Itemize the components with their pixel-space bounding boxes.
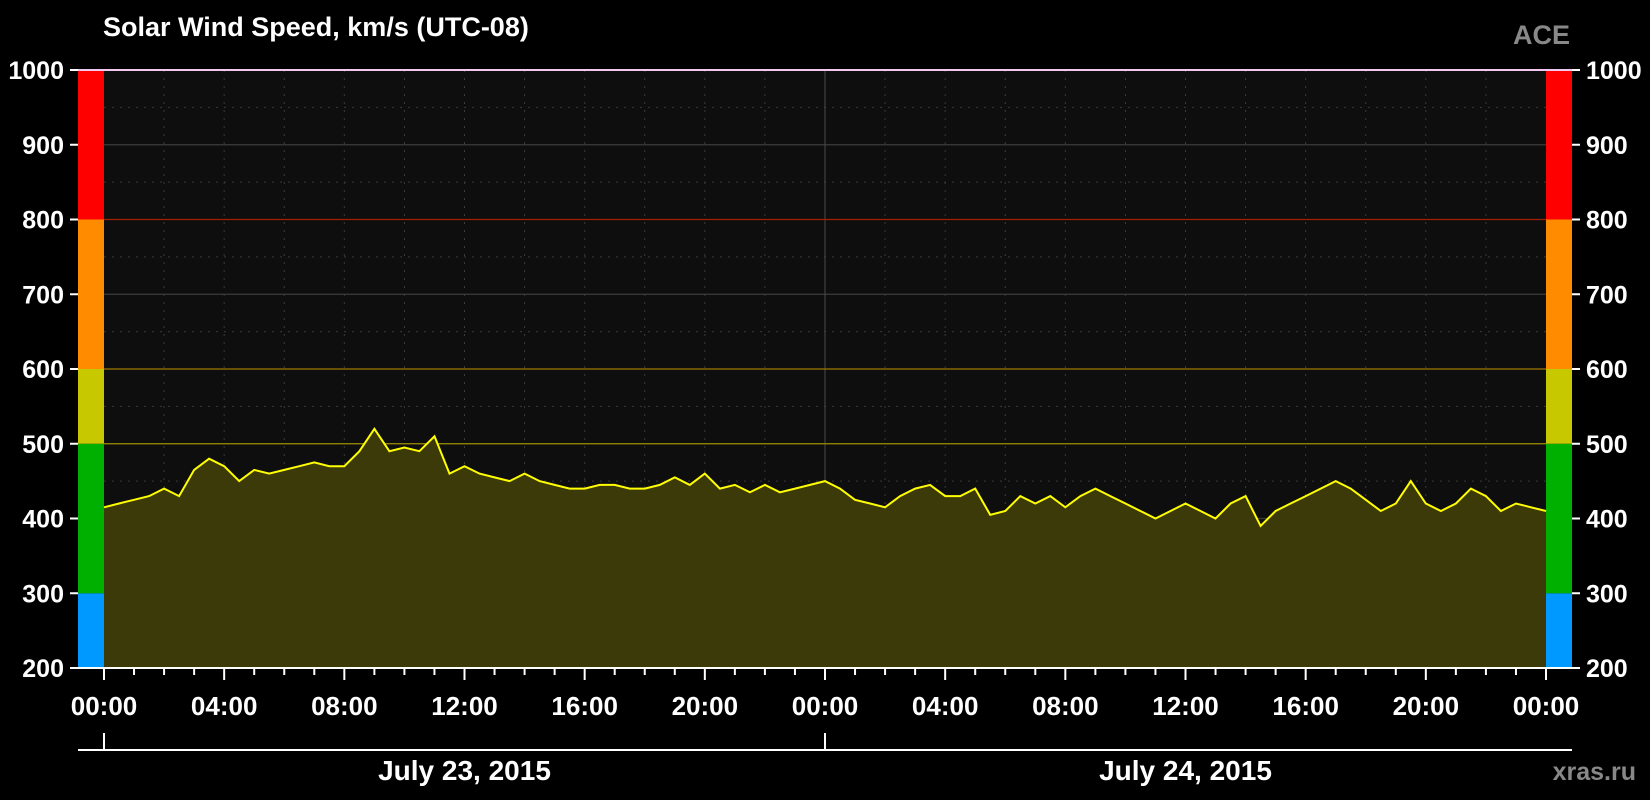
speed-band-right: [1546, 70, 1572, 668]
x-tick-label: 00:00: [71, 691, 138, 721]
chart-title: Solar Wind Speed, km/s (UTC-08): [103, 12, 529, 42]
y-tick-label-left: 1000: [8, 57, 64, 85]
speed-band-500-600: [78, 369, 104, 444]
speed-band-300-500: [78, 443, 104, 594]
speed-band-300-500: [1546, 443, 1572, 594]
y-tick-label-right: 400: [1586, 506, 1628, 534]
y-tick-label-left: 500: [22, 431, 64, 459]
x-tick-label: 04:00: [191, 691, 258, 721]
y-tick-label-right: 300: [1586, 580, 1628, 608]
y-tick-label-right: 900: [1586, 132, 1628, 160]
x-tick-label: 12:00: [431, 691, 498, 721]
x-tick-label: 00:00: [1513, 691, 1580, 721]
speed-band-200-300: [1546, 593, 1572, 668]
speed-band-600-800: [1546, 219, 1572, 369]
x-tick-label: 20:00: [1393, 691, 1460, 721]
y-tick-label-left: 700: [22, 281, 64, 309]
y-tick-label-right: 500: [1586, 431, 1628, 459]
speed-band-600-800: [78, 219, 104, 369]
credit-label: xras.ru: [1553, 758, 1636, 786]
y-tick-label-left: 400: [22, 506, 64, 534]
x-tick-label: 16:00: [1272, 691, 1339, 721]
y-axis-left: 1000 900 800 700 600 500 400 300 200: [8, 57, 78, 683]
y-tick-label-left: 900: [22, 132, 64, 160]
date-label: July 23, 2015: [378, 755, 551, 786]
y-tick-label-right: 1000: [1586, 57, 1642, 85]
solar-wind-chart: Solar Wind Speed, km/s (UTC-08) ACE 1000…: [8, 12, 1642, 786]
y-tick-label-left: 600: [22, 356, 64, 384]
y-tick-label-right: 700: [1586, 281, 1628, 309]
y-axis-right: 1000 900 800 700 600 500 400 300 200: [1572, 57, 1642, 683]
date-label: July 24, 2015: [1099, 755, 1272, 786]
y-tick-label-right: 800: [1586, 207, 1628, 235]
speed-band-800-1000: [1546, 70, 1572, 220]
x-tick-label: 08:00: [311, 691, 378, 721]
y-tick-label-left: 200: [22, 655, 64, 683]
speed-band-200-300: [78, 593, 104, 668]
y-tick-label-left: 300: [22, 580, 64, 608]
y-tick-label-right: 600: [1586, 356, 1628, 384]
x-tick-label: 16:00: [551, 691, 618, 721]
x-tick-label: 00:00: [792, 691, 859, 721]
speed-band-500-600: [1546, 369, 1572, 444]
source-label: ACE: [1513, 20, 1570, 50]
speed-band-left: [78, 70, 104, 668]
y-tick-label-right: 200: [1586, 655, 1628, 683]
x-tick-label: 08:00: [1032, 691, 1099, 721]
x-axis: 00:00 04:00 08:00 12:00 16:00 20:00 00:00 04:00…: [71, 667, 1580, 786]
x-tick-label: 12:00: [1152, 691, 1219, 721]
x-tick-label: 20:00: [672, 691, 739, 721]
speed-band-800-1000: [78, 70, 104, 220]
y-tick-label-left: 800: [22, 207, 64, 235]
x-tick-label: 04:00: [912, 691, 979, 721]
